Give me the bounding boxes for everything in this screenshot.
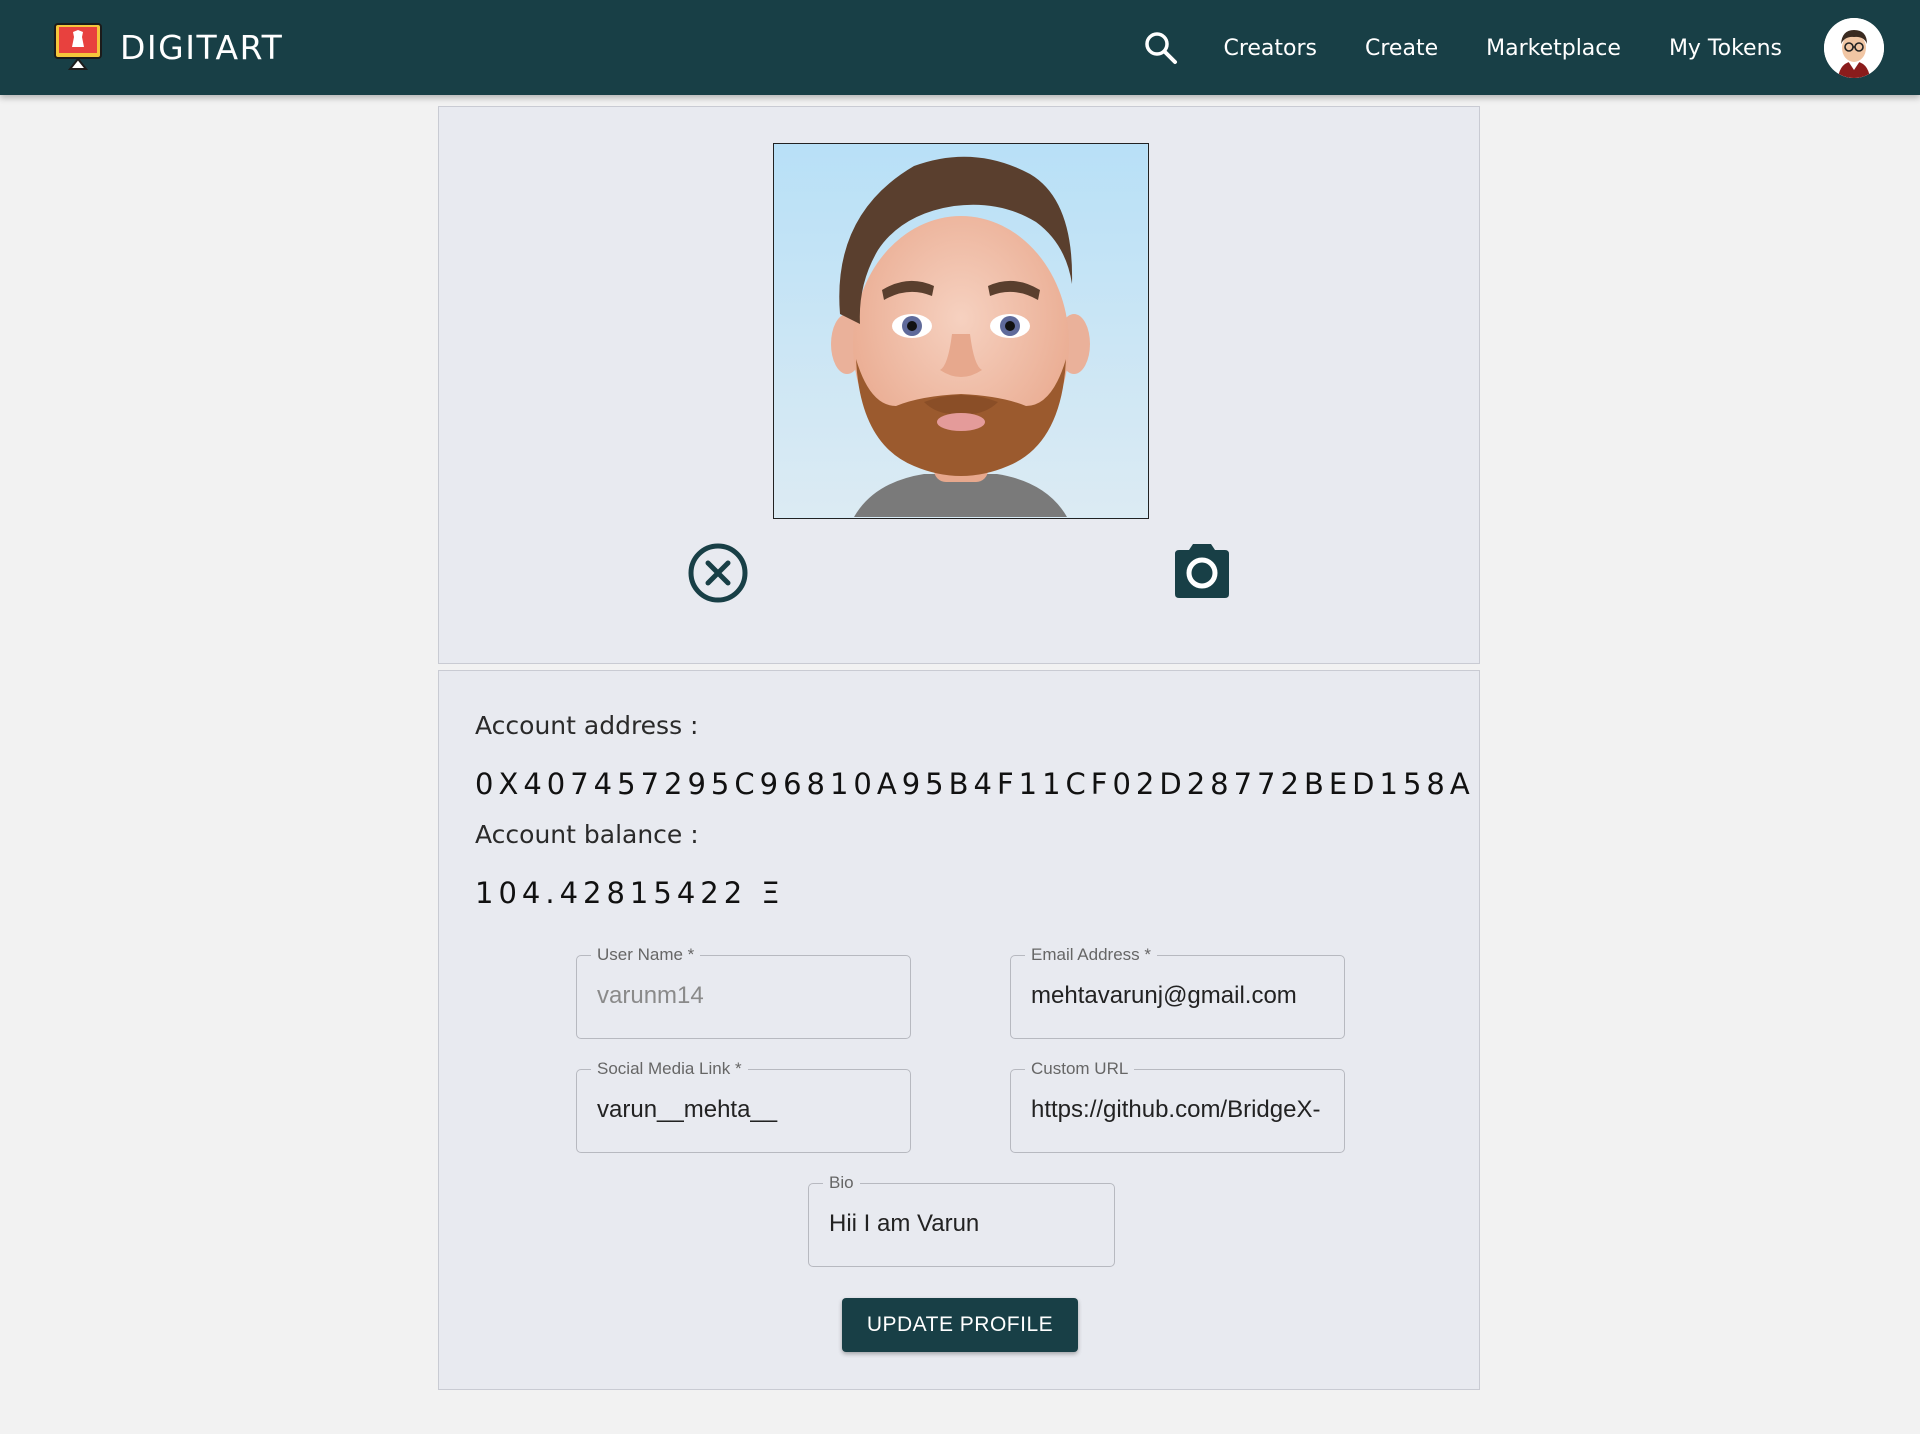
- camera-icon[interactable]: [1171, 540, 1233, 602]
- avatar-image: [1824, 18, 1884, 78]
- bio-field[interactable]: Bio: [808, 1173, 1115, 1267]
- account-address-label: Account address :: [475, 711, 699, 740]
- profile-photo: [773, 143, 1149, 519]
- profile-photo-card: [438, 106, 1480, 664]
- social-media-label: Social Media Link *: [591, 1059, 748, 1079]
- account-balance: 104.42815422 Ξ: [475, 876, 785, 910]
- bio-input[interactable]: [829, 1210, 1098, 1238]
- custom-url-label: Custom URL: [1025, 1059, 1135, 1079]
- email-field[interactable]: Email Address *: [1010, 945, 1345, 1039]
- username-input[interactable]: [597, 982, 894, 1010]
- email-input[interactable]: [1031, 982, 1328, 1010]
- monitor-logo-icon: [54, 23, 102, 70]
- social-media-input[interactable]: [597, 1096, 894, 1124]
- bio-label: Bio: [823, 1173, 860, 1193]
- custom-url-field[interactable]: Custom URL: [1010, 1059, 1345, 1153]
- navbar: DIGITART Creators Create Marketplace My …: [0, 0, 1920, 95]
- username-label: User Name *: [591, 945, 701, 965]
- brand-name: DIGITART: [120, 27, 284, 67]
- nav-link-creators[interactable]: Creators: [1223, 36, 1317, 61]
- custom-url-input[interactable]: [1031, 1096, 1328, 1124]
- remove-photo-icon[interactable]: [687, 542, 749, 604]
- avatar[interactable]: [1824, 18, 1884, 78]
- nav-right: Creators Create Marketplace My Tokens: [1141, 18, 1884, 78]
- account-address: 0X407457295C96810A95B4F11CF02D28772BED15…: [475, 767, 1475, 801]
- nav-link-marketplace[interactable]: Marketplace: [1486, 36, 1621, 61]
- nav-link-my-tokens[interactable]: My Tokens: [1669, 36, 1782, 61]
- username-field[interactable]: User Name *: [576, 945, 911, 1039]
- social-media-field[interactable]: Social Media Link *: [576, 1059, 911, 1153]
- profile-photo-image: [774, 144, 1147, 517]
- brand[interactable]: DIGITART: [54, 23, 283, 71]
- account-balance-label: Account balance :: [475, 820, 699, 849]
- update-profile-button[interactable]: UPDATE PROFILE: [842, 1298, 1078, 1352]
- search-icon[interactable]: [1141, 28, 1181, 68]
- account-info-card: Account address : 0X407457295C96810A95B4…: [438, 670, 1480, 1390]
- email-label: Email Address *: [1025, 945, 1157, 965]
- nav-link-create[interactable]: Create: [1365, 36, 1438, 61]
